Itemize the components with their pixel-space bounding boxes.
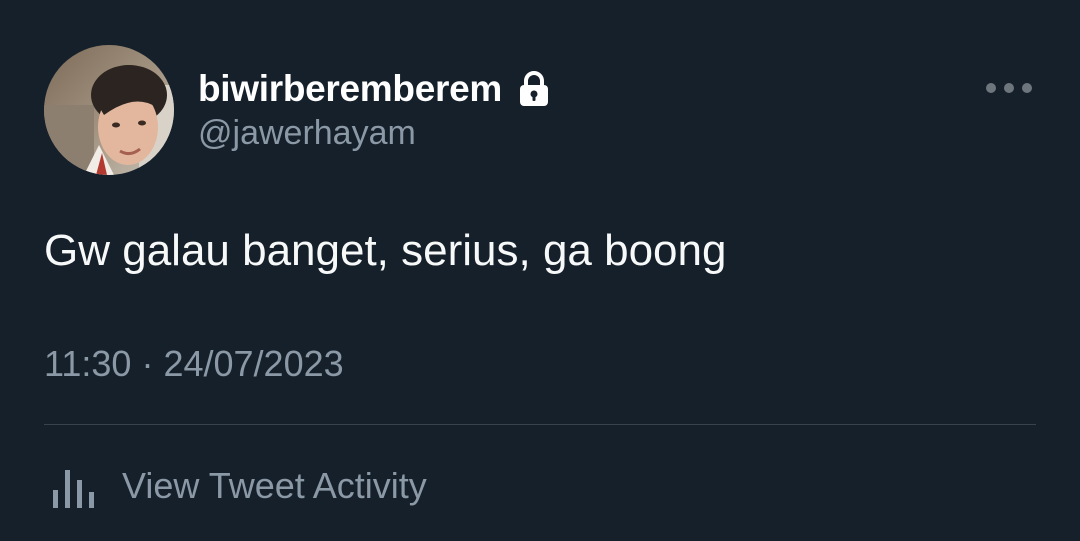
avatar[interactable] — [44, 45, 174, 175]
tweet-text: Gw galau banget, serius, ga boong — [44, 226, 727, 275]
lock-icon — [518, 71, 550, 107]
display-name[interactable]: biwirberemberem — [198, 68, 502, 110]
view-tweet-activity-label: View Tweet Activity — [122, 465, 427, 506]
more-horizontal-icon — [986, 83, 1032, 93]
timestamp-separator: · — [141, 343, 154, 384]
more-options-button[interactable] — [978, 70, 1040, 106]
tweet-date[interactable]: 24/07/2023 — [163, 343, 343, 384]
tweet-time[interactable]: 11:30 — [44, 343, 131, 384]
tweet-card: biwirberemberem @jawerhayam Gw galau ban… — [0, 0, 1080, 541]
bar-chart-icon — [50, 462, 102, 510]
avatar-image — [44, 45, 174, 175]
view-tweet-activity-button[interactable]: View Tweet Activity — [50, 462, 427, 510]
tweet-timestamp: 11:30 · 24/07/2023 — [44, 343, 344, 385]
username-handle[interactable]: @jawerhayam — [198, 114, 416, 153]
divider — [44, 424, 1036, 425]
author-name-row: biwirberemberem — [198, 66, 550, 112]
